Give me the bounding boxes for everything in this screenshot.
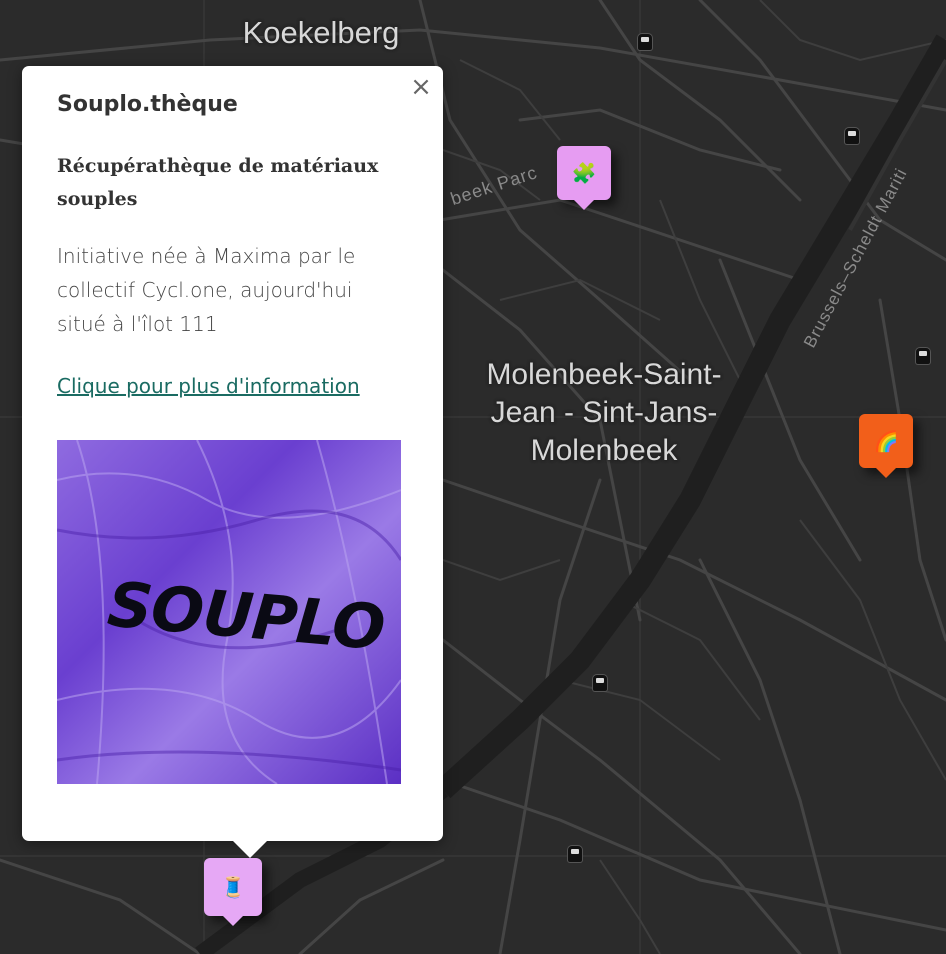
popup-title: Souplo.thèque [57, 92, 238, 117]
bus-icon[interactable] [845, 128, 859, 144]
bus-icon[interactable] [593, 675, 607, 691]
place-label-molenbeek-line1: Molenbeek-Saint- [486, 358, 722, 391]
info-popup: × Souplo.thèque Récupérathèque de matéri… [22, 66, 443, 858]
puzzle-piece-icon: 🧩 [571, 161, 597, 185]
place-label-molenbeek-line2: Jean - Sint-Jans- [490, 396, 718, 429]
place-label-koekelberg: Koekelberg [242, 15, 400, 50]
popup-tip [233, 841, 267, 858]
bus-icon[interactable] [916, 348, 930, 364]
bus-icon[interactable] [638, 34, 652, 50]
puzzle-marker[interactable]: 🧩 [557, 146, 611, 210]
popup-description: Initiative née à Maxima par le collectif… [57, 244, 356, 336]
rainbow-marker[interactable]: 🌈 [859, 414, 913, 478]
place-label-molenbeek: Molenbeek-Saint- Jean - Sint-Jans- Molen… [470, 356, 738, 470]
sewing-thread-icon: 🧵 [220, 875, 246, 899]
souplo-image: SOUPLO [57, 440, 401, 784]
bus-icon[interactable] [568, 846, 582, 862]
popup-subtitle: Récupérathèque de matériaux souples [57, 155, 379, 210]
more-info-link[interactable]: Clique pour plus d'information [57, 374, 360, 398]
rainbow-icon: 🌈 [873, 429, 899, 453]
thread-marker[interactable]: 🧵 [204, 858, 262, 926]
place-label-molenbeek-line3: Molenbeek [530, 434, 678, 467]
close-icon[interactable]: × [409, 74, 433, 100]
